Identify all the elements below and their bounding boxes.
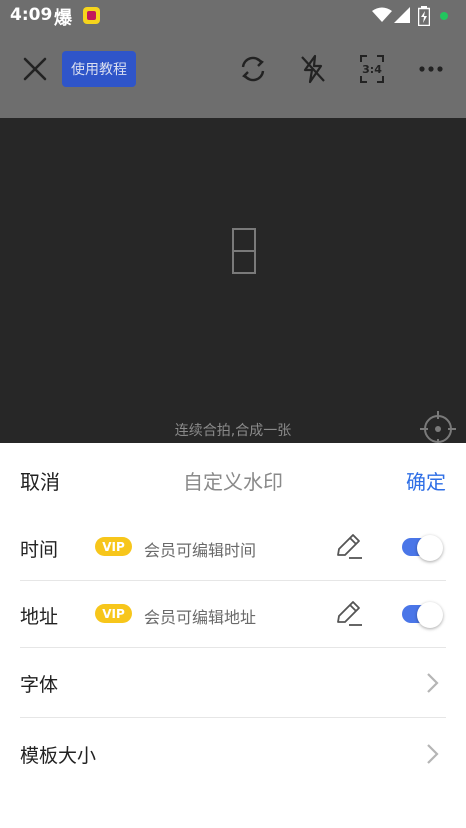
battery-icon (418, 6, 430, 26)
edit-time-icon[interactable] (332, 531, 364, 563)
sheet-header: 取消 自定义水印 确定 (0, 443, 466, 513)
close-icon (23, 57, 47, 81)
edit-address-icon[interactable] (332, 598, 364, 630)
status-dot (440, 12, 448, 20)
setting-row-template-size[interactable]: 模板大小 (0, 719, 466, 789)
aspect-ratio-icon: 3:4 (360, 55, 384, 83)
wifi-icon (372, 7, 392, 22)
row-label: 模板大小 (20, 745, 97, 767)
more-button[interactable] (414, 52, 448, 86)
vip-badge: VIP (95, 537, 132, 556)
aspect-ratio-button[interactable]: 3:4 (355, 52, 389, 86)
camera-preview[interactable]: 连续合拍,合成一张 (0, 118, 466, 447)
switch-camera-button[interactable] (236, 52, 270, 86)
divider (20, 717, 446, 718)
flash-button[interactable] (296, 52, 330, 86)
row-label: 地址 (20, 606, 59, 628)
close-button[interactable] (18, 52, 52, 86)
row-label: 字体 (20, 674, 59, 696)
camera-toolbar: 使用教程 3:4 (0, 32, 466, 118)
more-icon (419, 66, 443, 72)
setting-row-time[interactable]: 时间 VIP 会员可编辑时间 (0, 513, 466, 581)
rotate-icon (241, 56, 265, 82)
row-description: 会员可编辑时间 (144, 541, 257, 560)
flash-off-icon (301, 54, 325, 84)
confirm-button[interactable]: 确定 (406, 466, 446, 495)
tutorial-button[interactable]: 使用教程 (62, 51, 136, 87)
status-bar: 4:09 爆 (0, 0, 466, 32)
toggle-knob (417, 535, 443, 561)
chevron-right-icon (427, 673, 439, 693)
ratio-label: 3:4 (362, 63, 382, 76)
address-toggle[interactable] (402, 602, 443, 628)
status-notification-char: 爆 (54, 8, 72, 29)
focus-target-icon[interactable] (420, 411, 456, 447)
chevron-right-icon (427, 744, 439, 764)
toggle-knob (417, 602, 443, 628)
vip-badge: VIP (95, 604, 132, 623)
signal-icon (394, 7, 410, 23)
split-layout-icon (232, 228, 256, 274)
sheet-title: 自定义水印 (183, 470, 283, 494)
watermark-settings-sheet: 取消 自定义水印 确定 时间 VIP 会员可编辑时间 地址 VIP 会员可编辑地… (0, 443, 466, 828)
row-label: 时间 (20, 539, 59, 561)
preview-hint: 连续合拍,合成一张 (174, 423, 292, 439)
time-toggle[interactable] (402, 535, 443, 561)
row-description: 会员可编辑地址 (144, 608, 257, 627)
app-notification-icon (83, 7, 100, 24)
setting-row-address[interactable]: 地址 VIP 会员可编辑地址 (0, 580, 466, 648)
setting-row-font[interactable]: 字体 (0, 648, 466, 718)
status-time: 4:09 (10, 5, 53, 25)
